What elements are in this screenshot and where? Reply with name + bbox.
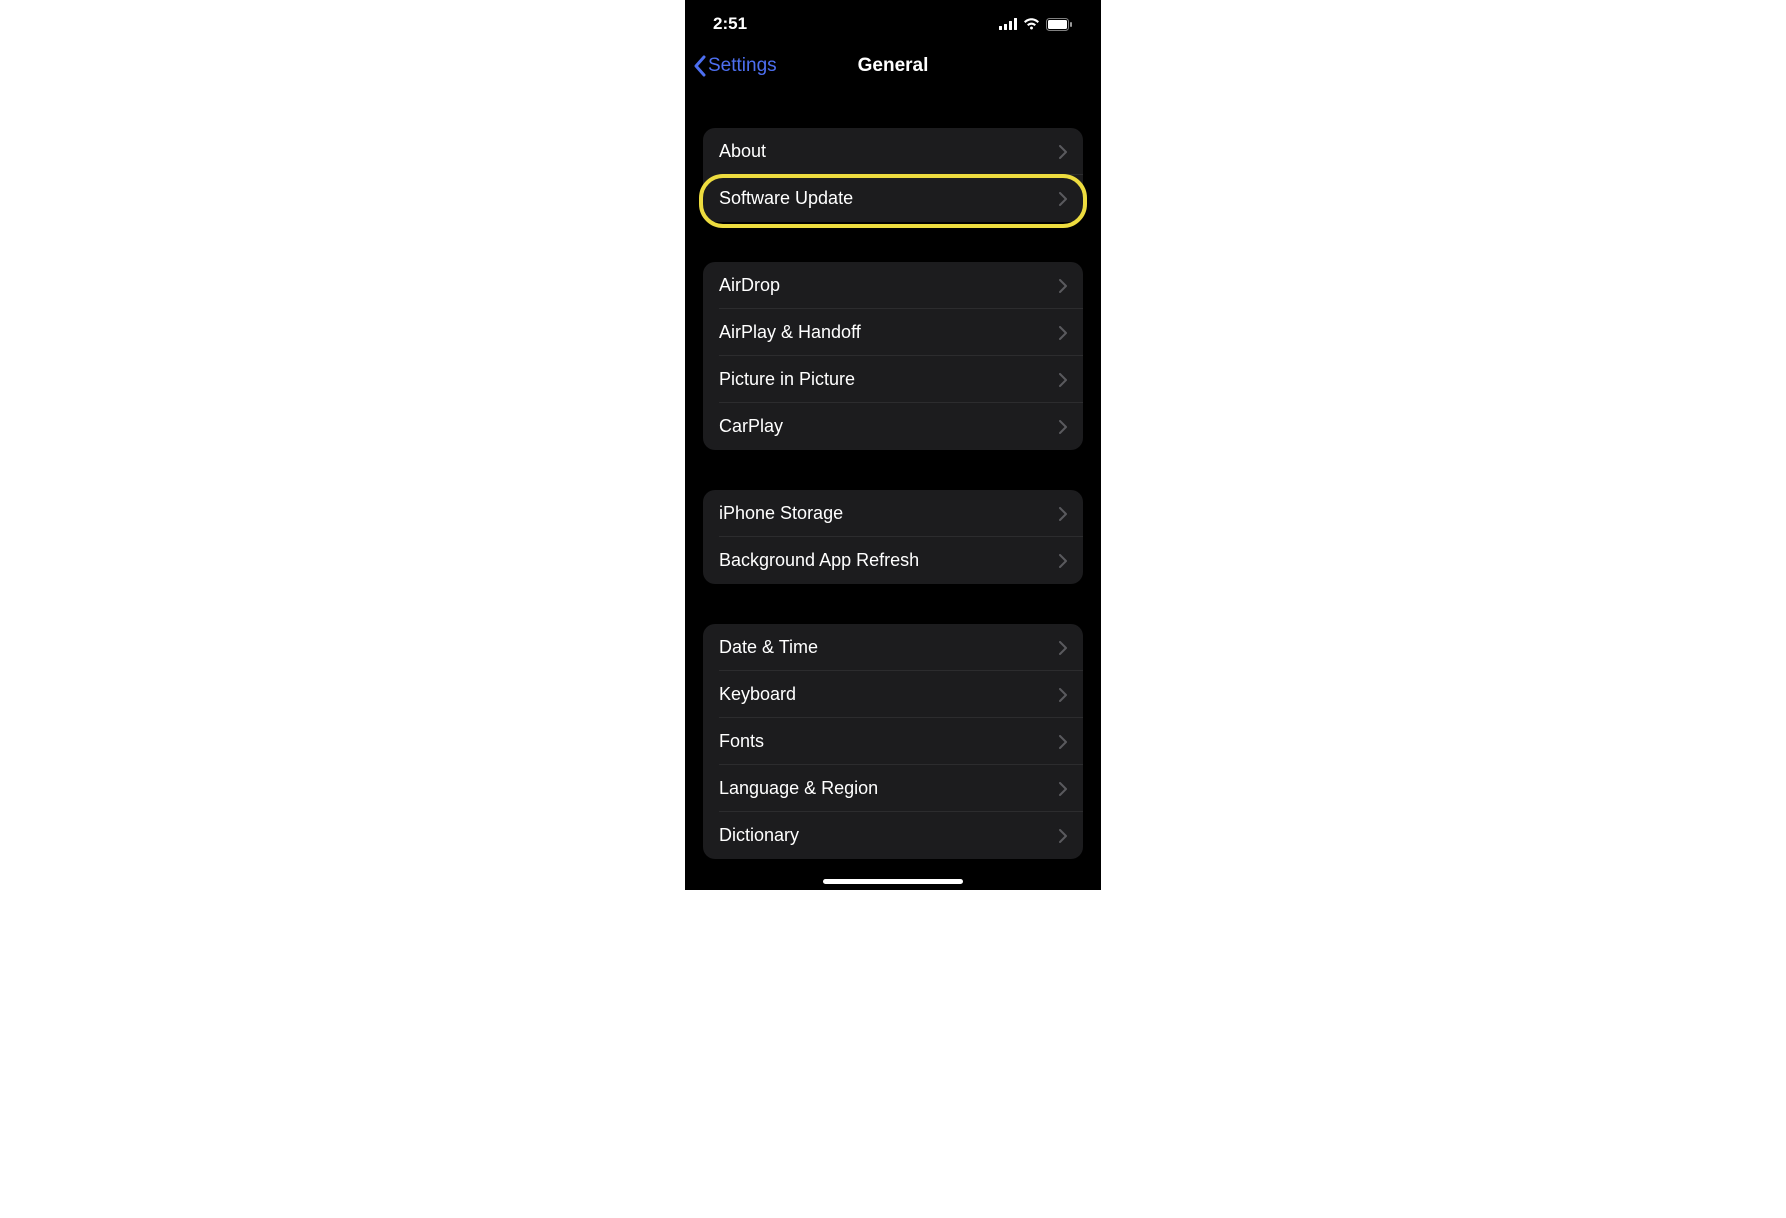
settings-group: Date & Time Keyboard Fonts [703,624,1083,859]
settings-row-dictionary[interactable]: Dictionary [703,812,1083,859]
phone-frame: 2:51 [685,0,1101,890]
row-label: Language & Region [719,778,878,799]
settings-row-airplay-handoff[interactable]: AirPlay & Handoff [703,309,1083,356]
row-label: Fonts [719,731,764,752]
chevron-right-icon [1059,829,1067,843]
chevron-right-icon [1059,145,1067,159]
row-label: Picture in Picture [719,369,855,390]
wifi-icon [1023,18,1040,30]
status-time: 2:51 [713,14,747,34]
settings-row-background-app-refresh[interactable]: Background App Refresh [703,537,1083,584]
chevron-right-icon [1059,735,1067,749]
settings-row-keyboard[interactable]: Keyboard [703,671,1083,718]
row-label: AirDrop [719,275,780,296]
row-label: Background App Refresh [719,550,919,571]
settings-row-date-time[interactable]: Date & Time [703,624,1083,671]
settings-group: About Software Update [703,128,1083,222]
settings-row-iphone-storage[interactable]: iPhone Storage [703,490,1083,537]
settings-row-airdrop[interactable]: AirDrop [703,262,1083,309]
row-label: Keyboard [719,684,796,705]
chevron-right-icon [1059,279,1067,293]
chevron-right-icon [1059,688,1067,702]
settings-content: About Software Update AirDrop [685,128,1101,859]
chevron-left-icon [693,55,706,77]
chevron-right-icon [1059,782,1067,796]
chevron-right-icon [1059,420,1067,434]
settings-row-carplay[interactable]: CarPlay [703,403,1083,450]
settings-row-software-update[interactable]: Software Update [703,175,1083,222]
status-bar: 2:51 [685,0,1101,44]
back-button[interactable]: Settings [693,55,777,77]
home-indicator[interactable] [823,879,963,884]
cellular-signal-icon [999,18,1017,30]
row-label: iPhone Storage [719,503,843,524]
settings-group: AirDrop AirPlay & Handoff Picture in Pic… [703,262,1083,450]
settings-group: iPhone Storage Background App Refresh [703,490,1083,584]
chevron-right-icon [1059,373,1067,387]
row-label: About [719,141,766,162]
settings-row-fonts[interactable]: Fonts [703,718,1083,765]
row-label: Software Update [719,188,853,209]
nav-bar: Settings General [685,44,1101,88]
row-label: CarPlay [719,416,783,437]
row-label: Date & Time [719,637,818,658]
chevron-right-icon [1059,641,1067,655]
page-title: General [858,55,929,77]
row-label: AirPlay & Handoff [719,322,861,343]
settings-row-language-region[interactable]: Language & Region [703,765,1083,812]
settings-row-picture-in-picture[interactable]: Picture in Picture [703,356,1083,403]
chevron-right-icon [1059,326,1067,340]
chevron-right-icon [1059,192,1067,206]
battery-icon [1046,18,1073,31]
settings-row-about[interactable]: About [703,128,1083,175]
chevron-right-icon [1059,554,1067,568]
chevron-right-icon [1059,507,1067,521]
back-label: Settings [708,55,777,77]
row-label: Dictionary [719,825,799,846]
status-icons [999,18,1073,31]
